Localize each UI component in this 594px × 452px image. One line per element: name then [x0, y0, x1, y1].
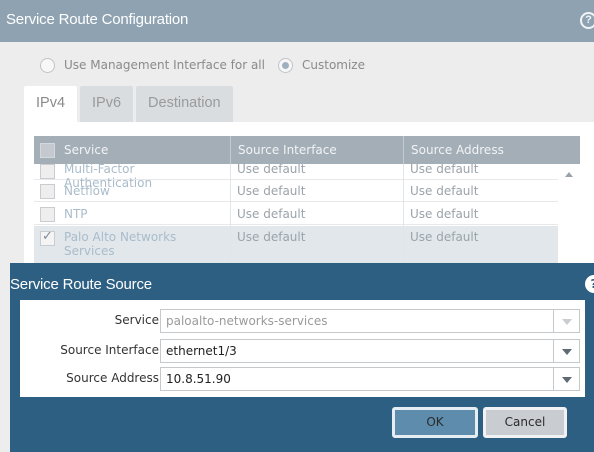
ok-button[interactable]: OK — [392, 407, 478, 438]
cancel-button[interactable]: Cancel — [483, 407, 567, 438]
column-divider — [403, 136, 404, 164]
cell-source-address: Use default — [410, 184, 479, 198]
cell-service: Palo Alto Networks Services — [64, 230, 177, 258]
form-row-source-interface: Source Interface ethernet1/3 — [20, 339, 585, 363]
service-route-source-modal: Service Route Source ? Service paloalto-… — [10, 263, 594, 452]
column-header-source-interface[interactable]: Source Interface — [232, 136, 337, 164]
tab-destination[interactable]: Destination — [136, 86, 233, 122]
help-icon[interactable]: ? — [580, 12, 594, 29]
scroll-up-arrow-icon[interactable] — [565, 172, 573, 177]
column-header-service[interactable]: Service — [58, 136, 108, 164]
radio-button-checked[interactable] — [278, 57, 293, 73]
cell-source-interface: Use default — [237, 164, 306, 176]
radio-label: Use Management Interface for all — [64, 58, 265, 72]
table-row[interactable]: Netflow Use default Use default — [34, 180, 558, 202]
tab-ipv4[interactable]: IPv4 — [24, 86, 78, 122]
chevron-down-icon[interactable] — [553, 368, 579, 390]
radio-label: Customize — [302, 58, 365, 72]
form-row-source-address: Source Address 10.8.51.90 — [20, 367, 585, 391]
source-interface-value: ethernet1/3 — [166, 344, 237, 358]
cell-service: Netflow — [64, 184, 110, 198]
column-divider — [403, 164, 404, 272]
tab-bar: IPv4 IPv6 Destination — [24, 86, 236, 122]
radio-use-management-interface[interactable]: Use Management Interface for all — [40, 56, 265, 74]
select-all-checkbox[interactable] — [40, 143, 55, 158]
cell-source-address: Use default — [410, 230, 479, 244]
column-divider — [230, 164, 231, 272]
cell-service: NTP — [64, 207, 88, 221]
table-header: Service Source Interface Source Address — [34, 136, 580, 164]
row-checkbox[interactable] — [40, 184, 55, 199]
cell-source-interface: Use default — [237, 230, 306, 244]
table-row[interactable]: Multi-Factor Authentication Use default … — [34, 164, 558, 190]
row-checkbox-checked[interactable] — [40, 229, 55, 246]
tab-ipv6[interactable]: IPv6 — [80, 86, 134, 122]
help-icon[interactable]: ? — [585, 275, 594, 293]
service-value: paloalto-networks-services — [166, 314, 328, 328]
service-label: Service — [114, 313, 159, 327]
chevron-down-icon[interactable] — [553, 340, 579, 362]
dialog-title: Service Route Configuration — [6, 11, 189, 28]
column-header-source-address[interactable]: Source Address — [405, 136, 504, 164]
form-row-service: Service paloalto-networks-services — [20, 309, 585, 333]
source-address-value: 10.8.51.90 — [166, 372, 231, 386]
dialog-header: Service Route Configuration ? — [0, 0, 594, 42]
cell-source-address: Use default — [410, 207, 479, 221]
source-interface-label: Source Interface — [60, 343, 159, 357]
chevron-down-icon[interactable] — [553, 310, 579, 332]
source-address-select[interactable]: 10.8.51.90 — [160, 367, 580, 391]
radio-button[interactable] — [40, 57, 55, 73]
modal-title: Service Route Source — [10, 276, 152, 293]
radio-customize[interactable]: Customize — [278, 56, 365, 74]
column-divider — [230, 136, 231, 164]
modal-form: Service paloalto-networks-services Sourc… — [20, 300, 585, 397]
cell-source-interface: Use default — [237, 184, 306, 198]
source-interface-select[interactable]: ethernet1/3 — [160, 339, 580, 363]
table-row[interactable]: NTP Use default Use default — [34, 203, 558, 225]
row-checkbox[interactable] — [40, 207, 55, 222]
source-address-label: Source Address — [66, 371, 159, 385]
row-checkbox[interactable] — [40, 164, 55, 179]
cell-source-address: Use default — [410, 164, 479, 176]
service-table-body: Multi-Factor Authentication Use default … — [34, 164, 558, 272]
service-select[interactable]: paloalto-networks-services — [160, 309, 580, 333]
cell-source-interface: Use default — [237, 207, 306, 221]
